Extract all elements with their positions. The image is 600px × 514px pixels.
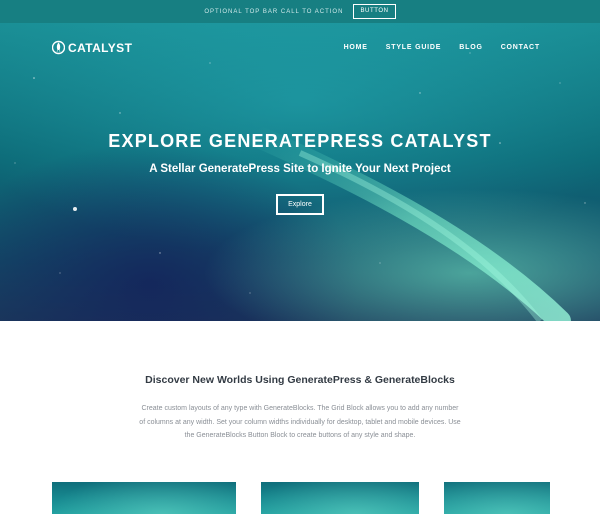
feature-card-image[interactable] bbox=[52, 482, 236, 514]
top-bar: OPTIONAL TOP BAR CALL TO ACTION BUTTON bbox=[0, 0, 600, 23]
nav-item-contact[interactable]: CONTACT bbox=[501, 44, 540, 51]
section-body: Create custom layouts of any type with G… bbox=[139, 405, 461, 439]
main-nav: HOME STYLE GUIDE BLOG CONTACT bbox=[344, 44, 540, 51]
hero-title: EXPLORE GENERATEPRESS CATALYST bbox=[108, 131, 492, 151]
feature-card-image[interactable] bbox=[444, 482, 550, 514]
site-logo[interactable]: CATALYST bbox=[52, 40, 132, 55]
hero-subtitle: A Stellar GeneratePress Site to Ignite Y… bbox=[149, 163, 451, 175]
top-bar-button[interactable]: BUTTON bbox=[353, 4, 396, 19]
hero-section: CATALYST HOME STYLE GUIDE BLOG CONTACT E… bbox=[0, 23, 600, 321]
logo-text: CATALYST bbox=[68, 40, 133, 55]
rocket-icon bbox=[52, 40, 65, 55]
nav-item-style-guide[interactable]: STYLE GUIDE bbox=[386, 44, 441, 51]
explore-button[interactable]: Explore bbox=[276, 194, 324, 215]
top-bar-text: OPTIONAL TOP BAR CALL TO ACTION bbox=[204, 8, 344, 15]
nav-item-home[interactable]: HOME bbox=[344, 44, 368, 51]
nav-item-blog[interactable]: BLOG bbox=[459, 44, 482, 51]
section-title: Discover New Worlds Using GeneratePress … bbox=[145, 374, 455, 386]
feature-card-image[interactable] bbox=[261, 482, 419, 514]
